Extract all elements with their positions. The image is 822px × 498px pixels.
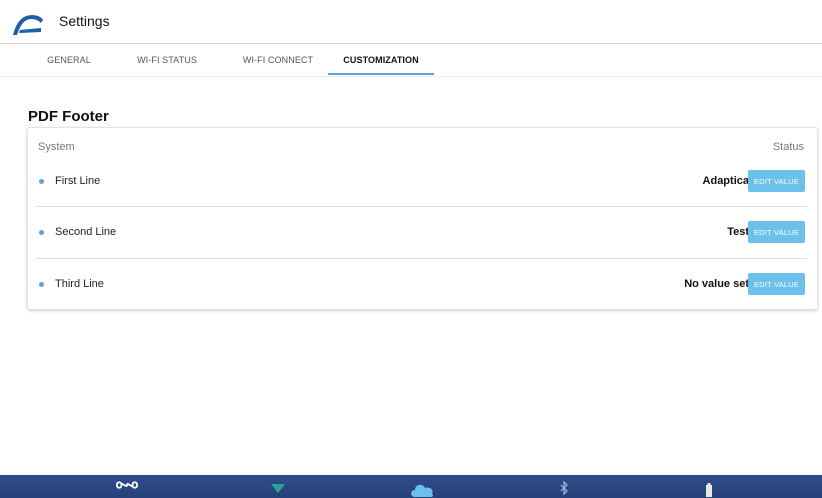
- tab-wifi-connect[interactable]: WI-FI CONNECT: [236, 44, 320, 76]
- wifi-icon[interactable]: [270, 483, 286, 495]
- list-item-third-line: Third Line No value set EDIT VALUE: [36, 259, 807, 311]
- row-label: Second Line: [55, 226, 117, 238]
- row-value: Test: [727, 226, 749, 238]
- adaptica-logo-icon: [13, 15, 43, 35]
- app-title: Settings: [59, 13, 110, 29]
- active-tab-indicator: [328, 73, 434, 75]
- edit-value-button[interactable]: EDIT VALUE: [748, 221, 805, 243]
- system-column-header: System: [38, 141, 75, 153]
- list-item-first-line: First Line Adaptica EDIT VALUE: [36, 155, 807, 207]
- edit-value-button[interactable]: EDIT VALUE: [748, 170, 805, 192]
- app-header: Settings: [0, 0, 822, 44]
- row-label: First Line: [55, 175, 101, 187]
- tab-general[interactable]: GENERAL: [42, 44, 96, 76]
- edit-value-button[interactable]: EDIT VALUE: [748, 273, 805, 295]
- tab-wifi-connect-label: WI-FI CONNECT: [242, 55, 314, 65]
- tab-wifi-status[interactable]: WI-FI STATUS: [128, 44, 206, 76]
- section-title: PDF Footer: [28, 108, 109, 125]
- bullet-icon: [39, 230, 44, 235]
- tab-general-label: GENERAL: [47, 55, 91, 65]
- bullet-icon: [39, 179, 44, 184]
- pdf-footer-card: System Status First Line Adaptica EDIT V…: [27, 127, 818, 310]
- list-item-second-line: Second Line Test EDIT VALUE: [36, 207, 807, 259]
- status-column-header: Status: [772, 141, 804, 153]
- bullet-icon: [39, 282, 44, 287]
- row-value: No value set: [684, 278, 749, 290]
- cloud-icon[interactable]: [409, 481, 435, 497]
- row-label: Third Line: [55, 278, 104, 290]
- tab-bar: GENERAL WI-FI STATUS WI-FI CONNECT CUSTO…: [0, 44, 822, 76]
- tab-wifi-status-label: WI-FI STATUS: [137, 55, 197, 65]
- bluetooth-icon[interactable]: [559, 481, 569, 495]
- tab-divider: [0, 76, 822, 77]
- row-value: Adaptica: [702, 175, 749, 187]
- tab-customization[interactable]: CUSTOMIZATION: [328, 44, 434, 76]
- battery-icon[interactable]: [705, 483, 713, 497]
- tab-customization-label: CUSTOMIZATION: [343, 55, 419, 65]
- bottom-status-bar: [0, 475, 822, 498]
- infinity-icon[interactable]: [116, 478, 138, 492]
